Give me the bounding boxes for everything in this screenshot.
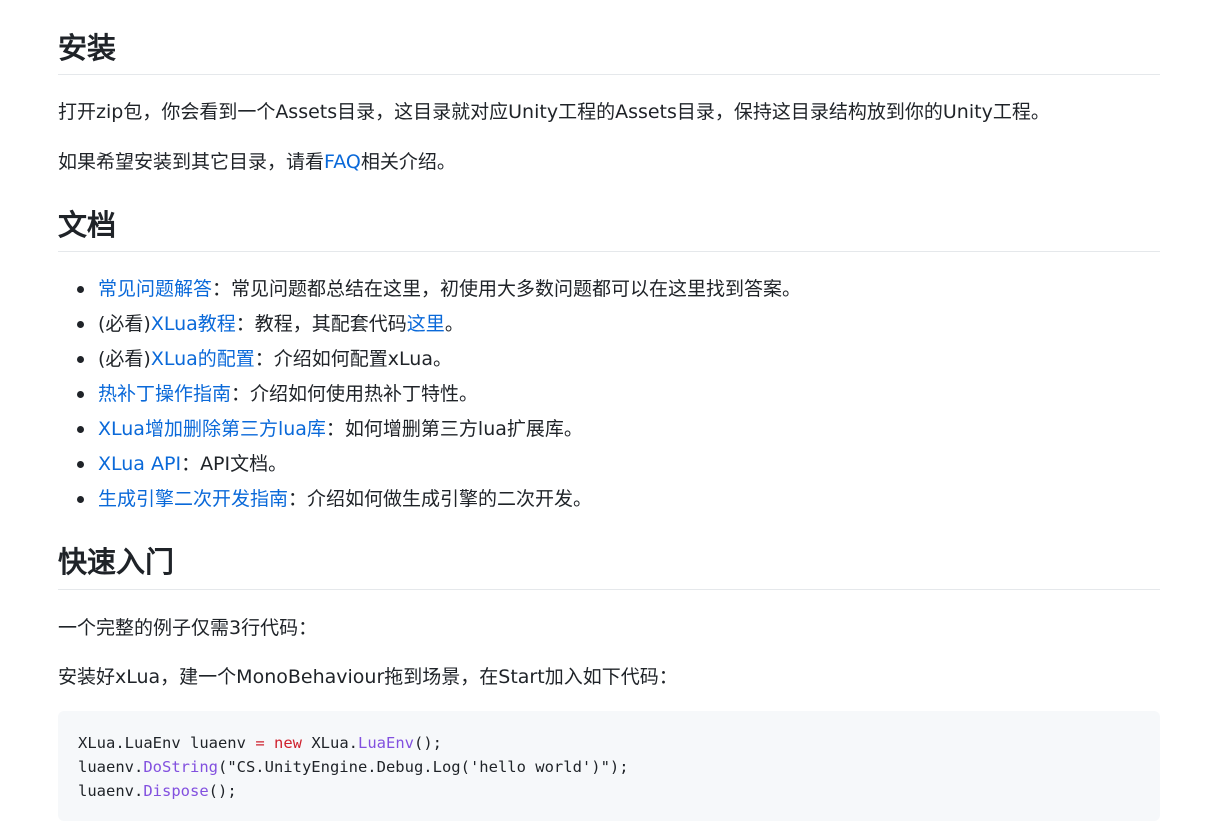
faq-link[interactable]: FAQ <box>324 151 361 173</box>
hotfix-guide-link[interactable]: 热补丁操作指南 <box>98 383 231 405</box>
install-paragraph: 打开zip包，你会看到一个Assets目录，这目录就对应Unity工程的Asse… <box>58 101 1050 123</box>
code-line-3: luaenv.Dispose(); <box>78 782 237 800</box>
bullet-icon <box>77 496 84 503</box>
code-line-1: XLua.LuaEnv luaenv = new XLua.LuaEnv(); <box>78 734 442 752</box>
tutorial-link[interactable]: XLua教程 <box>151 313 236 335</box>
list-item: XLua API：API文档。 <box>58 449 1160 484</box>
item-text: ：常见问题都总结在这里，初使用大多数问题都可以在这里找到答案。 <box>212 278 802 300</box>
item-text: ：介绍如何配置xLua。 <box>254 348 452 370</box>
docs-heading: 文档 <box>58 207 1160 252</box>
install-faq-suffix: 相关介绍。 <box>360 151 456 173</box>
generator-guide-link[interactable]: 生成引擎二次开发指南 <box>98 488 288 510</box>
item-text: ：介绍如何使用热补丁特性。 <box>231 383 479 405</box>
bullet-icon <box>77 356 84 363</box>
item-text: ：API文档。 <box>181 453 288 475</box>
bullet-icon <box>77 391 84 398</box>
list-item: (必看)XLua的配置：介绍如何配置xLua。 <box>58 344 1160 379</box>
list-item: (必看)XLua教程：教程，其配套代码这里。 <box>58 309 1160 344</box>
install-heading: 安装 <box>58 30 1160 75</box>
item-prefix: (必看) <box>98 348 151 370</box>
faq-doc-link[interactable]: 常见问题解答 <box>98 278 212 300</box>
bullet-icon <box>77 321 84 328</box>
list-item: 生成引擎二次开发指南：介绍如何做生成引擎的二次开发。 <box>58 484 1160 519</box>
item-suffix: 。 <box>444 313 464 335</box>
quickstart-heading: 快速入门 <box>58 544 1160 590</box>
bullet-icon <box>77 461 84 468</box>
third-party-lib-link[interactable]: XLua增加删除第三方lua库 <box>98 418 326 440</box>
item-text: ：教程，其配套代码 <box>235 313 407 335</box>
list-item: 常见问题解答：常见问题都总结在这里，初使用大多数问题都可以在这里找到答案。 <box>58 274 1160 309</box>
bullet-icon <box>77 426 84 433</box>
api-link[interactable]: XLua API <box>98 453 181 475</box>
tutorial-code-link[interactable]: 这里 <box>407 313 445 335</box>
quickstart-instructions: 安装好xLua，建一个MonoBehaviour拖到场景，在Start加入如下代… <box>58 666 678 688</box>
install-faq-paragraph: 如果希望安装到其它目录，请看FAQ相关介绍。 <box>58 148 456 176</box>
list-item: 热补丁操作指南：介绍如何使用热补丁特性。 <box>58 379 1160 414</box>
bullet-icon <box>77 286 84 293</box>
list-item: XLua增加删除第三方lua库：如何增删第三方lua扩展库。 <box>58 414 1160 449</box>
item-text: ：介绍如何做生成引擎的二次开发。 <box>288 488 593 510</box>
code-text: XLua.LuaEnv luaenv = new XLua.LuaEnv(); … <box>58 711 1160 823</box>
quickstart-paragraph: 一个完整的例子仅需3行代码： <box>58 617 318 639</box>
docs-list: 常见问题解答：常见问题都总结在这里，初使用大多数问题都可以在这里找到答案。 (必… <box>58 274 1160 519</box>
config-link[interactable]: XLua的配置 <box>151 348 255 370</box>
item-text: ：如何增删第三方lua扩展库。 <box>325 418 583 440</box>
code-block[interactable]: XLua.LuaEnv luaenv = new XLua.LuaEnv(); … <box>58 711 1160 821</box>
item-prefix: (必看) <box>98 313 151 335</box>
install-faq-prefix: 如果希望安装到其它目录，请看 <box>58 151 325 173</box>
code-line-2: luaenv.DoString("CS.UnityEngine.Debug.Lo… <box>78 758 629 776</box>
